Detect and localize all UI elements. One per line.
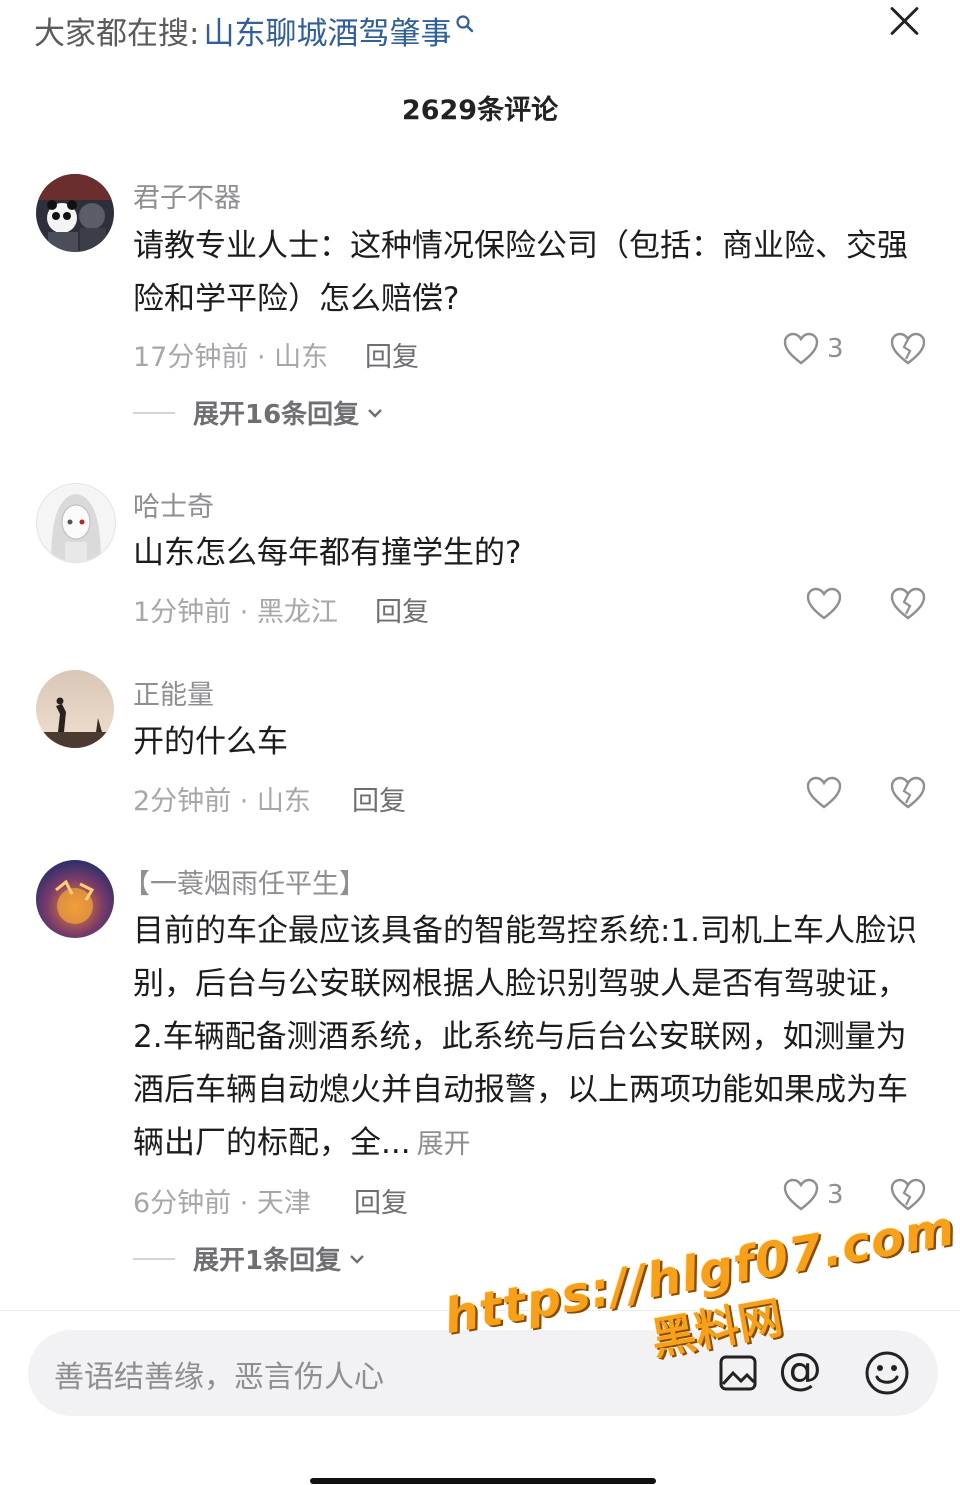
dislike-button[interactable] bbox=[890, 776, 926, 814]
search-icon[interactable] bbox=[455, 14, 475, 34]
divider bbox=[133, 411, 175, 414]
emoji-icon[interactable] bbox=[864, 1350, 910, 1396]
heart-icon bbox=[783, 1178, 819, 1211]
mention-icon[interactable]: @ bbox=[778, 1344, 822, 1395]
expand-replies-button[interactable]: 展开16条回复 bbox=[133, 394, 383, 431]
avatar[interactable] bbox=[36, 860, 114, 938]
comment-input-placeholder: 善语结善缘，恶言伤人心 bbox=[54, 1360, 384, 1395]
avatar[interactable] bbox=[36, 670, 114, 748]
broken-heart-icon bbox=[890, 776, 926, 809]
like-count: 3 bbox=[827, 334, 844, 364]
comment-text: 山东怎么每年都有撞学生的? bbox=[133, 535, 522, 571]
trending-search-query[interactable]: 山东聊城酒驾肇事 bbox=[203, 8, 451, 53]
home-indicator bbox=[310, 1478, 656, 1484]
reply-button[interactable]: 回复 bbox=[375, 590, 429, 629]
comment-username[interactable]: 正能量 bbox=[133, 673, 214, 712]
reply-button[interactable]: 回复 bbox=[352, 779, 406, 818]
comment-text: 开的什么车 bbox=[133, 724, 288, 760]
comment-text: 请教专业人士：这种情况保险公司（包括：商业险、交强险和学平险）怎么赔偿? bbox=[133, 228, 908, 317]
chevron-down-icon bbox=[368, 408, 383, 418]
close-icon[interactable] bbox=[888, 4, 922, 38]
chevron-down-icon bbox=[350, 1254, 364, 1264]
broken-heart-icon bbox=[890, 332, 926, 365]
broken-heart-icon bbox=[890, 587, 926, 620]
dislike-button[interactable] bbox=[890, 332, 926, 370]
reply-button[interactable]: 回复 bbox=[354, 1181, 408, 1220]
heart-icon bbox=[783, 332, 819, 365]
divider bbox=[133, 1257, 175, 1260]
avatar[interactable] bbox=[36, 174, 114, 252]
like-count: 3 bbox=[827, 1180, 844, 1210]
heart-icon bbox=[806, 776, 842, 809]
avatar[interactable] bbox=[36, 483, 116, 563]
comment-meta: 1分钟前 · 黑龙江 bbox=[133, 597, 338, 628]
show-more-link[interactable]: 展开 bbox=[417, 1129, 471, 1160]
like-button[interactable] bbox=[806, 587, 842, 621]
comment-username[interactable]: 哈士奇 bbox=[133, 485, 214, 524]
comment-count: 2629条评论 bbox=[401, 95, 559, 126]
image-icon[interactable] bbox=[718, 1354, 758, 1392]
comment-text: 目前的车企最应该具备的智能驾控系统:1.司机上车人脸识别，后台与公安联网根据人脸… bbox=[133, 905, 923, 1171]
expand-replies-label: 展开1条回复 bbox=[193, 1246, 342, 1276]
like-button[interactable]: 3 bbox=[783, 1178, 844, 1212]
expand-replies-label: 展开16条回复 bbox=[193, 400, 360, 430]
dislike-button[interactable] bbox=[890, 587, 926, 625]
like-button[interactable] bbox=[806, 776, 842, 810]
comment-text-body: 目前的车企最应该具备的智能驾控系统:1.司机上车人脸识别，后台与公安联网根据人脸… bbox=[133, 913, 918, 1161]
reply-button[interactable]: 回复 bbox=[365, 335, 419, 374]
like-button[interactable]: 3 bbox=[783, 332, 844, 366]
heart-icon bbox=[806, 587, 842, 620]
comment-username[interactable]: 【一蓑烟雨任平生】 bbox=[123, 862, 366, 901]
comment-meta: 6分钟前 · 天津 bbox=[133, 1188, 311, 1219]
expand-replies-button[interactable]: 展开1条回复 bbox=[133, 1240, 365, 1277]
trending-search-prefix: 大家都在搜: bbox=[34, 15, 200, 52]
comment-meta: 2分钟前 · 山东 bbox=[133, 786, 311, 817]
comment-username[interactable]: 君子不器 bbox=[133, 176, 241, 215]
comment-meta: 17分钟前 · 山东 bbox=[133, 342, 329, 373]
trending-search-bar[interactable]: 大家都在搜: 山东聊城酒驾肇事 bbox=[34, 8, 475, 52]
